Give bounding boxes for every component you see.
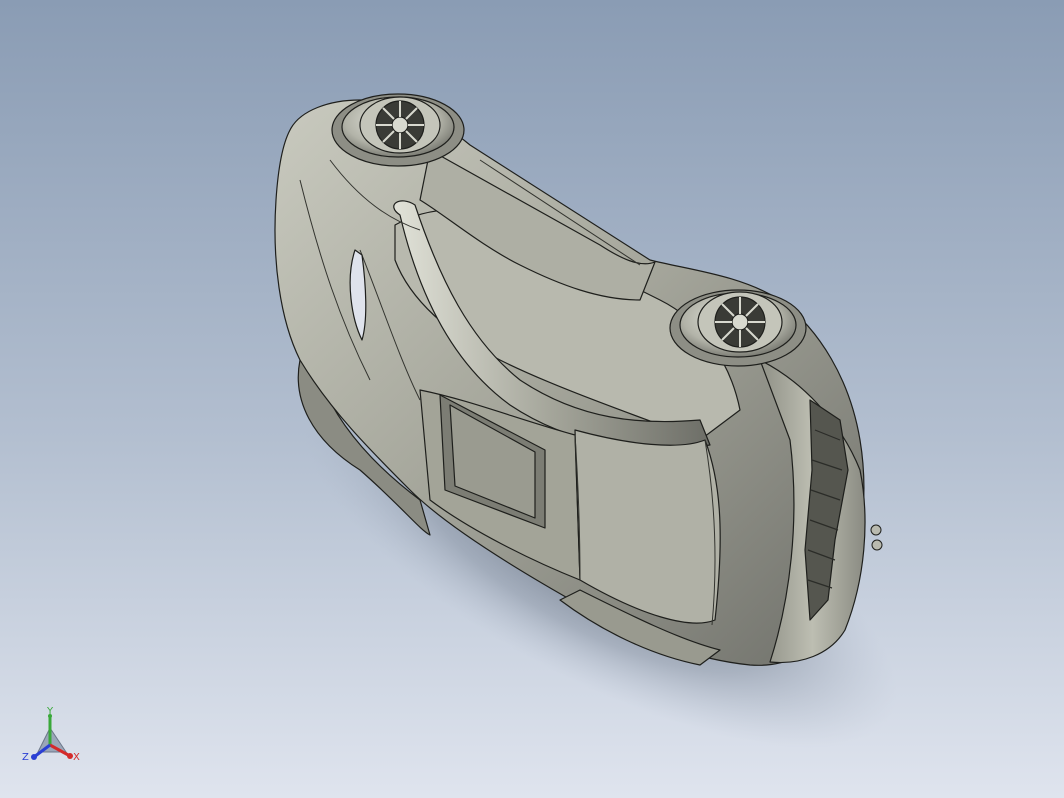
wheel-front[interactable] [669, 289, 807, 367]
triad-x-label: X [73, 752, 80, 763]
triad-z-label: Z [22, 752, 29, 763]
wheel-rear[interactable] [331, 93, 465, 167]
triad-y-label: Y [46, 706, 54, 717]
graphics-viewport[interactable]: Y X Z [0, 0, 1064, 798]
